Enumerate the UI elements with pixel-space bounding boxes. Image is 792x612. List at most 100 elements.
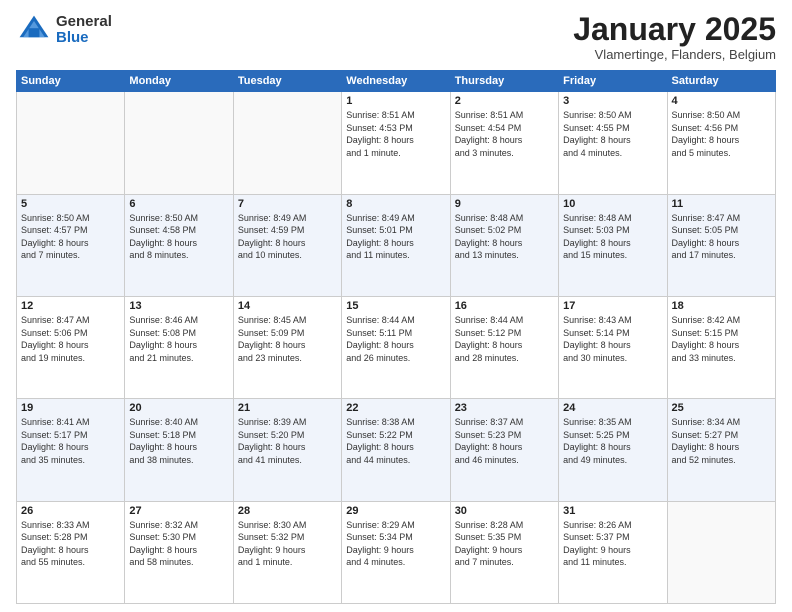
calendar-header-row: Sunday Monday Tuesday Wednesday Thursday… bbox=[17, 71, 776, 92]
table-row: 8 Sunrise: 8:49 AM Sunset: 5:01 PM Daylig… bbox=[342, 194, 450, 296]
table-row: 4 Sunrise: 8:50 AM Sunset: 4:56 PM Daylig… bbox=[667, 92, 775, 194]
table-row: 15 Sunrise: 8:44 AM Sunset: 5:11 PM Dayli… bbox=[342, 296, 450, 398]
col-wednesday: Wednesday bbox=[342, 71, 450, 92]
day-number: 13 bbox=[129, 300, 228, 312]
table-row: 18Sunrise: 8:42 AM Sunset: 5:15 PM Dayli… bbox=[667, 296, 775, 398]
col-sunday: Sunday bbox=[17, 71, 125, 92]
day-info: Sunrise: 8:49 AM Sunset: 5:01 PM Dayligh… bbox=[346, 212, 445, 262]
day-info: Sunrise: 8:47 AM Sunset: 5:05 PM Dayligh… bbox=[672, 212, 771, 262]
day-info: Sunrise: 8:50 AM Sunset: 4:58 PM Dayligh… bbox=[129, 212, 228, 262]
month-title: January 2025 bbox=[573, 12, 776, 47]
table-row: 16Sunrise: 8:44 AM Sunset: 5:12 PM Dayli… bbox=[450, 296, 558, 398]
table-row: 6 Sunrise: 8:50 AM Sunset: 4:58 PM Daylig… bbox=[125, 194, 233, 296]
day-info: Sunrise: 8:45 AM Sunset: 5:09 PM Dayligh… bbox=[238, 314, 337, 364]
day-info: Sunrise: 8:33 AM Sunset: 5:28 PM Dayligh… bbox=[21, 519, 120, 569]
page: General Blue January 2025 Vlamertinge, F… bbox=[0, 0, 792, 612]
table-row: 24 Sunrise: 8:35 AM Sunset: 5:25 PM Dayli… bbox=[559, 399, 667, 501]
title-block: January 2025 Vlamertinge, Flanders, Belg… bbox=[573, 12, 776, 62]
table-row: 30 Sunrise: 8:28 AM Sunset: 5:35 PM Dayli… bbox=[450, 501, 558, 603]
table-row bbox=[17, 92, 125, 194]
table-row bbox=[233, 92, 341, 194]
day-info: Sunrise: 8:39 AM Sunset: 5:20 PM Dayligh… bbox=[238, 416, 337, 466]
calendar-row-2: 5 Sunrise: 8:50 AM Sunset: 4:57 PM Daylig… bbox=[17, 194, 776, 296]
logo: General Blue bbox=[16, 12, 112, 48]
day-info: Sunrise: 8:50 AM Sunset: 4:56 PM Dayligh… bbox=[672, 109, 771, 159]
day-info: Sunrise: 8:51 AM Sunset: 4:53 PM Dayligh… bbox=[346, 109, 445, 159]
table-row: 2 Sunrise: 8:51 AM Sunset: 4:54 PM Daylig… bbox=[450, 92, 558, 194]
day-info: Sunrise: 8:26 AM Sunset: 5:37 PM Dayligh… bbox=[563, 519, 662, 569]
day-info: Sunrise: 8:32 AM Sunset: 5:30 PM Dayligh… bbox=[129, 519, 228, 569]
day-info: Sunrise: 8:50 AM Sunset: 4:55 PM Dayligh… bbox=[563, 109, 662, 159]
table-row: 28Sunrise: 8:30 AM Sunset: 5:32 PM Dayli… bbox=[233, 501, 341, 603]
col-friday: Friday bbox=[559, 71, 667, 92]
day-number: 26 bbox=[21, 505, 120, 517]
table-row: 11Sunrise: 8:47 AM Sunset: 5:05 PM Dayli… bbox=[667, 194, 775, 296]
day-info: Sunrise: 8:46 AM Sunset: 5:08 PM Dayligh… bbox=[129, 314, 228, 364]
day-number: 3 bbox=[563, 95, 662, 107]
day-number: 24 bbox=[563, 402, 662, 414]
table-row: 23Sunrise: 8:37 AM Sunset: 5:23 PM Dayli… bbox=[450, 399, 558, 501]
col-thursday: Thursday bbox=[450, 71, 558, 92]
calendar-row-4: 19 Sunrise: 8:41 AM Sunset: 5:17 PM Dayli… bbox=[17, 399, 776, 501]
day-info: Sunrise: 8:49 AM Sunset: 4:59 PM Dayligh… bbox=[238, 212, 337, 262]
day-number: 14 bbox=[238, 300, 337, 312]
col-saturday: Saturday bbox=[667, 71, 775, 92]
day-number: 2 bbox=[455, 95, 554, 107]
table-row: 19 Sunrise: 8:41 AM Sunset: 5:17 PM Dayli… bbox=[17, 399, 125, 501]
day-info: Sunrise: 8:48 AM Sunset: 5:03 PM Dayligh… bbox=[563, 212, 662, 262]
day-number: 19 bbox=[21, 402, 120, 414]
day-number: 27 bbox=[129, 505, 228, 517]
table-row: 13 Sunrise: 8:46 AM Sunset: 5:08 PM Dayli… bbox=[125, 296, 233, 398]
day-info: Sunrise: 8:43 AM Sunset: 5:14 PM Dayligh… bbox=[563, 314, 662, 364]
day-number: 25 bbox=[672, 402, 771, 414]
day-number: 5 bbox=[21, 198, 120, 210]
day-number: 29 bbox=[346, 505, 445, 517]
day-number: 28 bbox=[238, 505, 337, 517]
day-info: Sunrise: 8:37 AM Sunset: 5:23 PM Dayligh… bbox=[455, 416, 554, 466]
day-number: 7 bbox=[238, 198, 337, 210]
day-number: 8 bbox=[346, 198, 445, 210]
day-number: 17 bbox=[563, 300, 662, 312]
day-number: 4 bbox=[672, 95, 771, 107]
day-info: Sunrise: 8:48 AM Sunset: 5:02 PM Dayligh… bbox=[455, 212, 554, 262]
day-info: Sunrise: 8:29 AM Sunset: 5:34 PM Dayligh… bbox=[346, 519, 445, 569]
table-row: 14 Sunrise: 8:45 AM Sunset: 5:09 PM Dayli… bbox=[233, 296, 341, 398]
day-info: Sunrise: 8:44 AM Sunset: 5:11 PM Dayligh… bbox=[346, 314, 445, 364]
table-row: 22 Sunrise: 8:38 AM Sunset: 5:22 PM Dayli… bbox=[342, 399, 450, 501]
table-row: 31 Sunrise: 8:26 AM Sunset: 5:37 PM Dayli… bbox=[559, 501, 667, 603]
day-info: Sunrise: 8:44 AM Sunset: 5:12 PM Dayligh… bbox=[455, 314, 554, 364]
day-number: 6 bbox=[129, 198, 228, 210]
day-number: 9 bbox=[455, 198, 554, 210]
table-row: 12Sunrise: 8:47 AM Sunset: 5:06 PM Dayli… bbox=[17, 296, 125, 398]
table-row bbox=[667, 501, 775, 603]
day-number: 10 bbox=[563, 198, 662, 210]
table-row: 17 Sunrise: 8:43 AM Sunset: 5:14 PM Dayli… bbox=[559, 296, 667, 398]
day-number: 31 bbox=[563, 505, 662, 517]
day-info: Sunrise: 8:51 AM Sunset: 4:54 PM Dayligh… bbox=[455, 109, 554, 159]
day-number: 15 bbox=[346, 300, 445, 312]
table-row: 29 Sunrise: 8:29 AM Sunset: 5:34 PM Dayli… bbox=[342, 501, 450, 603]
location-subtitle: Vlamertinge, Flanders, Belgium bbox=[573, 47, 776, 62]
table-row: 21Sunrise: 8:39 AM Sunset: 5:20 PM Dayli… bbox=[233, 399, 341, 501]
logo-text: General Blue bbox=[56, 14, 112, 47]
day-info: Sunrise: 8:41 AM Sunset: 5:17 PM Dayligh… bbox=[21, 416, 120, 466]
day-info: Sunrise: 8:38 AM Sunset: 5:22 PM Dayligh… bbox=[346, 416, 445, 466]
table-row: 25Sunrise: 8:34 AM Sunset: 5:27 PM Dayli… bbox=[667, 399, 775, 501]
logo-blue-text: Blue bbox=[56, 30, 112, 47]
table-row: 5 Sunrise: 8:50 AM Sunset: 4:57 PM Daylig… bbox=[17, 194, 125, 296]
table-row: 10 Sunrise: 8:48 AM Sunset: 5:03 PM Dayli… bbox=[559, 194, 667, 296]
header: General Blue January 2025 Vlamertinge, F… bbox=[16, 12, 776, 62]
calendar-row-1: 1Sunrise: 8:51 AM Sunset: 4:53 PM Daylig… bbox=[17, 92, 776, 194]
table-row: 1Sunrise: 8:51 AM Sunset: 4:53 PM Daylig… bbox=[342, 92, 450, 194]
table-row bbox=[125, 92, 233, 194]
table-row: 7 Sunrise: 8:49 AM Sunset: 4:59 PM Daylig… bbox=[233, 194, 341, 296]
day-info: Sunrise: 8:35 AM Sunset: 5:25 PM Dayligh… bbox=[563, 416, 662, 466]
day-info: Sunrise: 8:47 AM Sunset: 5:06 PM Dayligh… bbox=[21, 314, 120, 364]
day-info: Sunrise: 8:28 AM Sunset: 5:35 PM Dayligh… bbox=[455, 519, 554, 569]
table-row: 27 Sunrise: 8:32 AM Sunset: 5:30 PM Dayli… bbox=[125, 501, 233, 603]
calendar-table: Sunday Monday Tuesday Wednesday Thursday… bbox=[16, 70, 776, 604]
table-row: 3 Sunrise: 8:50 AM Sunset: 4:55 PM Daylig… bbox=[559, 92, 667, 194]
day-number: 30 bbox=[455, 505, 554, 517]
day-number: 22 bbox=[346, 402, 445, 414]
day-info: Sunrise: 8:50 AM Sunset: 4:57 PM Dayligh… bbox=[21, 212, 120, 262]
